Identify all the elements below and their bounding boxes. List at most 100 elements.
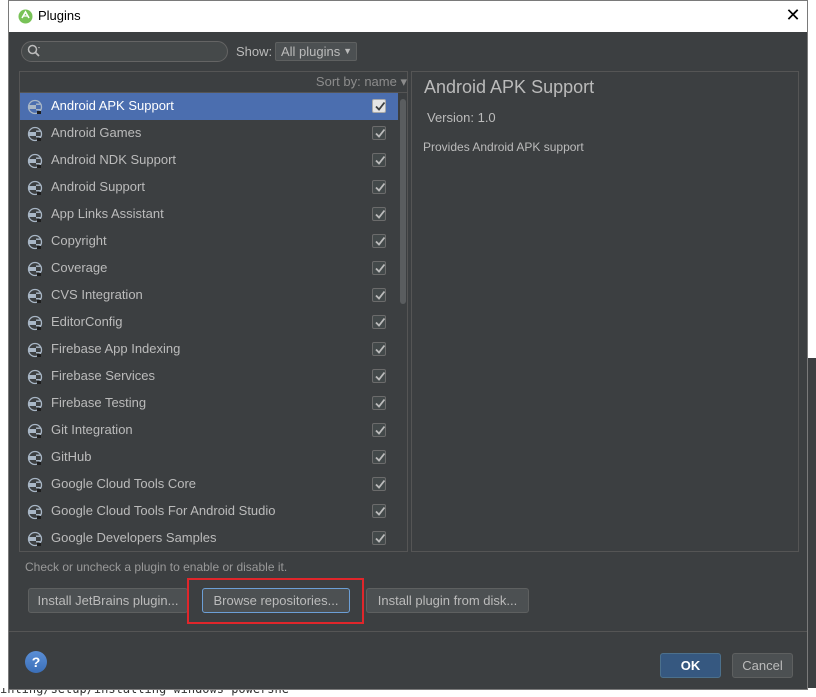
ok-button[interactable]: OK bbox=[660, 653, 721, 678]
plugins-dialog: Plugins ✕ Show: All plugins ▼ Sort by: n… bbox=[8, 0, 808, 690]
plugin-enabled-checkbox[interactable] bbox=[372, 288, 386, 302]
install-plugin-from-disk-button[interactable]: Install plugin from disk... bbox=[366, 588, 529, 613]
search-input[interactable] bbox=[21, 41, 228, 62]
checkmark-icon bbox=[375, 101, 386, 111]
plugin-enabled-checkbox[interactable] bbox=[372, 126, 386, 140]
plugin-row[interactable]: EditorConfig bbox=[20, 309, 398, 336]
plugin-name: App Links Assistant bbox=[51, 206, 164, 221]
title-bar: Plugins ✕ bbox=[9, 1, 807, 32]
hint-text: Check or uncheck a plugin to enable or d… bbox=[25, 560, 288, 574]
plugin-row[interactable]: CVS Integration bbox=[20, 282, 398, 309]
plugin-detail-title: Android APK Support bbox=[424, 77, 595, 97]
checkmark-icon bbox=[375, 506, 386, 516]
plugin-plug-icon bbox=[27, 531, 43, 547]
plugin-enabled-checkbox[interactable] bbox=[372, 153, 386, 167]
plugin-row[interactable]: GitHub bbox=[20, 444, 398, 471]
plugin-name: Firebase Services bbox=[51, 368, 156, 383]
plugin-plug-icon bbox=[27, 342, 43, 358]
plugin-plug-icon bbox=[27, 261, 43, 277]
checkmark-icon bbox=[375, 128, 386, 138]
footer-separator bbox=[9, 631, 807, 632]
plugin-plug-icon bbox=[27, 504, 43, 520]
plugin-plug-icon bbox=[27, 396, 43, 412]
show-filter-dropdown[interactable]: All plugins ▼ bbox=[275, 42, 357, 61]
checkmark-icon bbox=[375, 155, 386, 165]
checkmark-icon bbox=[375, 317, 386, 327]
plugin-row[interactable]: App Links Assistant bbox=[20, 201, 398, 228]
checkmark-icon bbox=[375, 236, 386, 246]
list-scrollbar[interactable] bbox=[398, 93, 407, 551]
plugin-row[interactable]: Coverage bbox=[20, 255, 398, 282]
checkmark-icon bbox=[375, 533, 386, 543]
plugin-plug-icon bbox=[27, 288, 43, 304]
plugin-plug-icon bbox=[27, 477, 43, 493]
plugin-plug-icon bbox=[27, 153, 43, 169]
checkmark-icon bbox=[375, 452, 386, 462]
plugin-name: Git Integration bbox=[51, 422, 133, 437]
background-left-strip bbox=[0, 0, 8, 697]
plugin-enabled-checkbox[interactable] bbox=[372, 369, 386, 383]
plugin-row[interactable]: Android NDK Support bbox=[20, 147, 398, 174]
plugin-name: Firebase App Indexing bbox=[51, 341, 181, 356]
plugin-row[interactable]: Google Cloud Tools Core bbox=[20, 471, 398, 498]
plugin-plug-icon bbox=[27, 126, 43, 142]
sort-header[interactable]: Sort by: name ▾ bbox=[20, 72, 407, 93]
plugin-row[interactable]: Android Games bbox=[20, 120, 398, 147]
show-filter-value: All plugins bbox=[281, 44, 341, 59]
chevron-down-icon: ▼ bbox=[343, 46, 352, 56]
checkmark-icon bbox=[375, 263, 386, 273]
plugin-enabled-checkbox[interactable] bbox=[372, 423, 386, 437]
checkmark-icon bbox=[375, 209, 386, 219]
plugin-row[interactable]: Git Integration bbox=[20, 417, 398, 444]
plugin-row[interactable]: Android APK Support bbox=[20, 93, 398, 120]
background-right-strip bbox=[808, 0, 816, 697]
plugin-enabled-checkbox[interactable] bbox=[372, 261, 386, 275]
plugin-plug-icon bbox=[27, 369, 43, 385]
plugin-enabled-checkbox[interactable] bbox=[372, 531, 386, 545]
search-icon bbox=[27, 44, 40, 57]
plugin-plug-icon bbox=[27, 99, 43, 115]
plugin-row[interactable]: Copyright bbox=[20, 228, 398, 255]
plugin-enabled-checkbox[interactable] bbox=[372, 450, 386, 464]
plugin-plug-icon bbox=[27, 315, 43, 331]
plugin-enabled-checkbox[interactable] bbox=[372, 207, 386, 221]
plugin-enabled-checkbox[interactable] bbox=[372, 342, 386, 356]
plugin-detail-panel: Android APK Support Version: 1.0 Provide… bbox=[411, 71, 799, 552]
plugin-row[interactable]: Firebase Testing bbox=[20, 390, 398, 417]
plugin-row[interactable]: Android Support bbox=[20, 174, 398, 201]
plugin-enabled-checkbox[interactable] bbox=[372, 234, 386, 248]
plugin-enabled-checkbox[interactable] bbox=[372, 180, 386, 194]
plugin-enabled-checkbox[interactable] bbox=[372, 315, 386, 329]
plugin-plug-icon bbox=[27, 180, 43, 196]
plugin-row[interactable]: Google Developers Samples bbox=[20, 525, 398, 551]
plugin-name: Google Cloud Tools Core bbox=[51, 476, 197, 491]
show-label: Show: bbox=[236, 44, 273, 59]
plugin-name: Android NDK Support bbox=[51, 152, 177, 167]
plugin-row[interactable]: Google Cloud Tools For Android Studio bbox=[20, 498, 398, 525]
close-icon: ✕ bbox=[785, 5, 801, 26]
plugin-enabled-checkbox[interactable] bbox=[372, 504, 386, 518]
checkmark-icon bbox=[375, 425, 386, 435]
plugin-detail-description: Provides Android APK support bbox=[423, 140, 584, 154]
plugin-enabled-checkbox[interactable] bbox=[372, 99, 386, 113]
sort-by-label[interactable]: Sort by: name ▾ bbox=[316, 74, 407, 90]
plugin-plug-icon bbox=[27, 450, 43, 466]
help-button[interactable]: ? bbox=[25, 651, 47, 673]
plugin-row[interactable]: Firebase Services bbox=[20, 363, 398, 390]
plugin-name: Android APK Support bbox=[51, 98, 174, 113]
plugin-enabled-checkbox[interactable] bbox=[372, 396, 386, 410]
close-button[interactable]: ✕ bbox=[779, 3, 807, 29]
plugin-list: Sort by: name ▾ Android APK Support Andro… bbox=[19, 71, 408, 552]
android-studio-icon bbox=[18, 9, 33, 24]
checkmark-icon bbox=[375, 182, 386, 192]
checkmark-icon bbox=[375, 344, 386, 354]
plugin-name: Firebase Testing bbox=[51, 395, 147, 410]
highlight-annotation-frame bbox=[187, 578, 364, 624]
scroll-thumb[interactable] bbox=[400, 99, 406, 304]
plugin-enabled-checkbox[interactable] bbox=[372, 477, 386, 491]
cancel-button[interactable]: Cancel bbox=[732, 653, 793, 678]
plugin-name: Android Support bbox=[51, 179, 145, 194]
install-jetbrains-plugin-button[interactable]: Install JetBrains plugin... bbox=[28, 588, 188, 613]
plugin-row[interactable]: Firebase App Indexing bbox=[20, 336, 398, 363]
plugin-plug-icon bbox=[27, 207, 43, 223]
